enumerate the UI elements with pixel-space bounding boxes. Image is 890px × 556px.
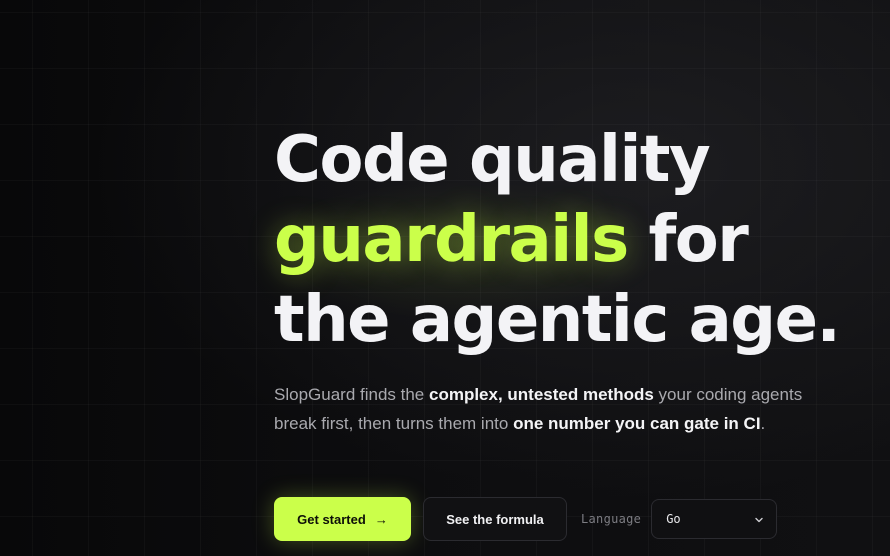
lede-text-3: . [760, 414, 766, 433]
headline-line-1: Code quality [274, 123, 711, 197]
language-label: Language [581, 512, 642, 526]
headline-accent: guardrails [274, 203, 629, 277]
lede-bold-2: one number you can gate in CI [513, 414, 761, 433]
language-select[interactable]: Go [651, 499, 778, 539]
lede-bold-1: complex, untested methods [428, 385, 654, 404]
see-formula-button[interactable]: See the formula [423, 497, 567, 541]
see-formula-label: See the formula [446, 511, 544, 527]
language-selected-value: Go [666, 512, 681, 526]
hero-headline: Code quality guardrails for the agentic … [274, 120, 874, 360]
arrow-right-icon: → [374, 511, 388, 527]
hero-actions: Get started → See the formula Language G… [274, 497, 778, 541]
hero-description: SlopGuard finds the complex, untested me… [274, 380, 844, 438]
headline-line-3: the agentic age. [274, 283, 841, 357]
chevron-down-icon [754, 514, 764, 524]
get-started-button[interactable]: Get started → [274, 497, 411, 541]
lede-text-1: SlopGuard finds the [274, 385, 429, 404]
hero-section: Code quality guardrails for the agentic … [274, 120, 874, 438]
headline-line-2-rest: for [627, 203, 748, 277]
get-started-label: Get started [297, 511, 366, 527]
